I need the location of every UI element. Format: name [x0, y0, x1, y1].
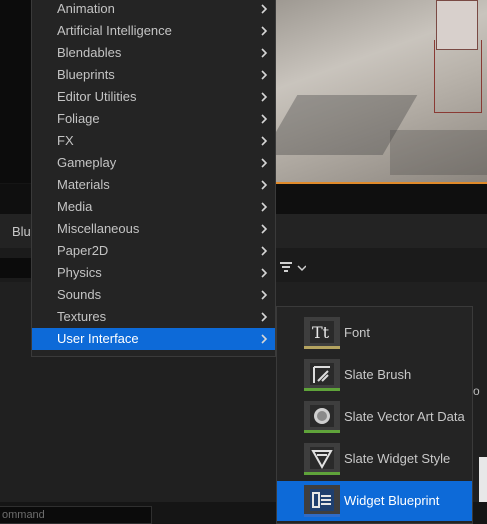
command-placeholder: ommand	[2, 509, 45, 521]
chevron-right-icon	[258, 3, 270, 15]
menu-item-label: Miscellaneous	[57, 221, 140, 236]
submenu-item-label: Slate Vector Art Data	[344, 409, 465, 424]
scene-shadow	[390, 130, 487, 175]
menu-item-label: Textures	[57, 309, 107, 324]
menu-item-paper2d[interactable]: Paper2D	[32, 240, 275, 262]
menu-item-blueprints[interactable]: Blueprints	[32, 64, 275, 86]
robot-model	[428, 0, 486, 113]
submenu-item-slate-vector-art-data[interactable]: Slate Vector Art Data	[277, 397, 472, 437]
menu-item-sounds[interactable]: Sounds	[32, 284, 275, 306]
menu-item-label: FX	[57, 133, 74, 148]
asset-type-color-bar	[304, 430, 340, 433]
submenu-item-font[interactable]: Tt Font	[277, 313, 472, 353]
menu-item-media[interactable]: Media	[32, 196, 275, 218]
widget-style-icon	[304, 443, 340, 475]
menu-item-materials[interactable]: Materials	[32, 174, 275, 196]
menu-item-label: Paper2D	[57, 243, 109, 258]
chevron-right-icon	[258, 311, 270, 323]
asset-type-color-bar	[304, 514, 340, 517]
asset-type-color-bar	[304, 388, 340, 391]
menu-item-label: Animation	[57, 1, 115, 16]
chevron-right-icon	[258, 179, 270, 191]
menu-item-gameplay[interactable]: Gameplay	[32, 152, 275, 174]
menu-item-miscellaneous[interactable]: Miscellaneous	[32, 218, 275, 240]
menu-item-textures[interactable]: Textures	[32, 306, 275, 328]
chevron-right-icon	[258, 157, 270, 169]
chevron-right-icon	[258, 113, 270, 125]
menu-item-label: Blueprints	[57, 67, 115, 82]
submenu-item-slate-brush[interactable]: Slate Brush	[277, 355, 472, 395]
user-interface-submenu: Tt Font Slate Brush Slate Vector Art Data Sl…	[276, 306, 473, 524]
menu-item-label: Foliage	[57, 111, 100, 126]
widget-blueprint-icon	[304, 485, 340, 517]
menu-item-blendables[interactable]: Blendables	[32, 42, 275, 64]
chevron-right-icon	[258, 333, 270, 345]
menu-item-fx[interactable]: FX	[32, 130, 275, 152]
menu-item-foliage[interactable]: Foliage	[32, 108, 275, 130]
menu-item-label: Media	[57, 199, 93, 214]
chevron-right-icon	[258, 223, 270, 235]
menu-item-editor-utilities[interactable]: Editor Utilities	[32, 86, 275, 108]
slate-brush-icon	[304, 359, 340, 391]
chevron-right-icon	[258, 91, 270, 103]
chevron-right-icon	[258, 25, 270, 37]
panel-edge	[479, 457, 487, 505]
panel-text-fragment: o	[473, 384, 480, 398]
menu-item-label: Artificial Intelligence	[57, 23, 172, 38]
font-icon: Tt	[304, 317, 340, 349]
menu-item-label: Sounds	[57, 287, 102, 302]
chevron-right-icon	[258, 135, 270, 147]
chevron-right-icon	[258, 267, 270, 279]
menu-item-physics[interactable]: Physics	[32, 262, 275, 284]
command-input[interactable]: ommand	[0, 506, 152, 524]
chevron-right-icon	[258, 69, 270, 81]
menu-item-user-interface[interactable]: User Interface	[32, 328, 275, 350]
submenu-item-widget-blueprint[interactable]: Widget Blueprint	[277, 481, 472, 521]
menu-item-label: Gameplay	[57, 155, 117, 170]
chevron-right-icon	[258, 201, 270, 213]
robot-wireframe	[434, 40, 482, 113]
menu-item-label: Physics	[57, 265, 102, 280]
menu-item-animation[interactable]: Animation	[32, 0, 275, 20]
menu-item-label: Materials	[57, 177, 110, 192]
menu-item-label: Blendables	[57, 45, 122, 60]
filter-icon[interactable]	[278, 260, 307, 278]
chevron-right-icon	[258, 245, 270, 257]
svg-text:Tt: Tt	[312, 323, 330, 342]
submenu-item-label: Font	[344, 325, 371, 340]
tab-blueprints[interactable]: Blu	[12, 224, 31, 239]
asset-type-color-bar	[304, 472, 340, 475]
menu-item-label: User Interface	[57, 331, 139, 346]
submenu-item-slate-widget-style[interactable]: Slate Widget Style	[277, 439, 472, 479]
chevron-right-icon	[258, 289, 270, 301]
submenu-item-label: Slate Brush	[344, 367, 412, 382]
submenu-item-label: Slate Widget Style	[344, 451, 451, 466]
menu-item-label: Editor Utilities	[57, 89, 137, 104]
vector-art-icon	[304, 401, 340, 433]
asset-type-color-bar	[304, 346, 340, 349]
submenu-item-label: Widget Blueprint	[344, 493, 440, 508]
menu-item-artificial-intelligence[interactable]: Artificial Intelligence	[32, 20, 275, 42]
create-asset-menu: Animation Artificial Intelligence Blendabl…	[31, 0, 276, 357]
chevron-right-icon	[258, 47, 270, 59]
search-input[interactable]	[0, 258, 34, 278]
